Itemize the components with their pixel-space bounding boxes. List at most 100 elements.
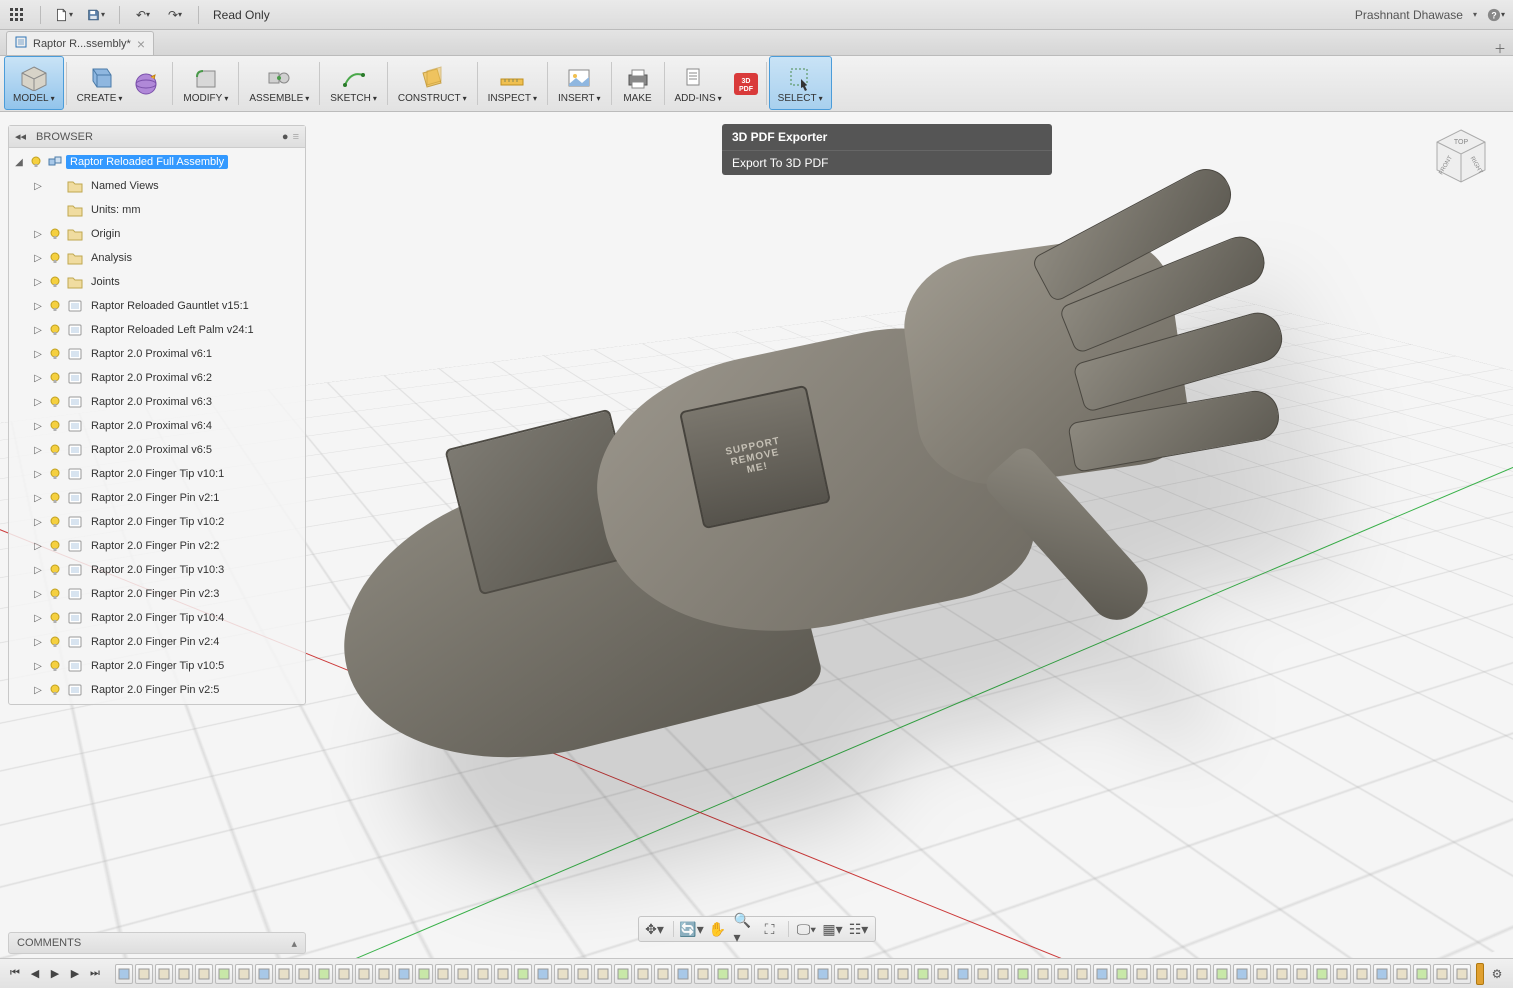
timeline-feature[interactable]	[794, 964, 812, 984]
visibility-bulb-icon[interactable]	[47, 634, 63, 650]
visibility-bulb-icon[interactable]	[47, 538, 63, 554]
timeline-feature[interactable]	[275, 964, 293, 984]
ribbon-create-form[interactable]	[130, 56, 170, 110]
timeline-feature[interactable]	[1413, 964, 1431, 984]
visibility-bulb-icon[interactable]	[47, 322, 63, 338]
grid-display-icon[interactable]: ▦▾	[823, 919, 843, 939]
browser-header[interactable]: ◂◂ BROWSER ●≡	[9, 126, 305, 148]
timeline-feature[interactable]	[1034, 964, 1052, 984]
tree-row[interactable]: ▷Raptor 2.0 Finger Pin v2:4	[9, 630, 305, 654]
fit-icon[interactable]: ⛶	[760, 919, 780, 939]
timeline-feature[interactable]	[215, 964, 233, 984]
tree-row[interactable]: ▷Named Views	[9, 174, 305, 198]
tree-expand-arrow-icon[interactable]: ▷	[32, 661, 44, 672]
document-tab[interactable]: Raptor R...ssembly* ×	[6, 31, 154, 55]
ribbon-select[interactable]: SELECT▾	[769, 56, 832, 110]
tree-row[interactable]: ▷Origin	[9, 222, 305, 246]
timeline-feature[interactable]	[474, 964, 492, 984]
timeline-feature[interactable]	[1133, 964, 1151, 984]
visibility-bulb-icon[interactable]	[47, 610, 63, 626]
timeline-feature[interactable]	[1453, 964, 1471, 984]
tree-row[interactable]: ▷Raptor 2.0 Proximal v6:2	[9, 366, 305, 390]
visibility-bulb-icon[interactable]	[47, 394, 63, 410]
tree-expand-arrow-icon[interactable]: ▷	[32, 589, 44, 600]
tree-row[interactable]: ▷Raptor 2.0 Finger Tip v10:5	[9, 654, 305, 678]
timeline-feature[interactable]	[1054, 964, 1072, 984]
ribbon-assemble[interactable]: ASSEMBLE▾	[241, 56, 317, 110]
timeline-feature[interactable]	[1353, 964, 1371, 984]
tree-expand-arrow-icon[interactable]: ▷	[32, 277, 44, 288]
timeline-feature[interactable]	[674, 964, 692, 984]
timeline-feature[interactable]	[934, 964, 952, 984]
visibility-bulb-icon[interactable]	[47, 562, 63, 578]
tree-expand-arrow-icon[interactable]: ▷	[32, 469, 44, 480]
ribbon-construct[interactable]: CONSTRUCT▾	[390, 56, 475, 110]
tree-expand-arrow-icon[interactable]: ▷	[32, 517, 44, 528]
timeline-feature[interactable]	[534, 964, 552, 984]
visibility-bulb-icon[interactable]	[47, 370, 63, 386]
timeline-feature[interactable]	[1074, 964, 1092, 984]
comments-expand-icon[interactable]: ▴	[291, 937, 297, 950]
tree-expand-arrow-icon[interactable]: ▷	[32, 229, 44, 240]
timeline-forward-icon[interactable]: ▶	[46, 965, 64, 983]
tree-expand-arrow-icon[interactable]: ▷	[32, 685, 44, 696]
timeline-feature[interactable]	[554, 964, 572, 984]
tree-row[interactable]: ▷Raptor 2.0 Proximal v6:5	[9, 438, 305, 462]
timeline-feature[interactable]	[175, 964, 193, 984]
timeline-feature[interactable]	[1273, 964, 1291, 984]
timeline-feature[interactable]	[415, 964, 433, 984]
visibility-bulb-icon[interactable]	[47, 178, 63, 194]
tab-add-icon[interactable]: ＋	[1493, 41, 1507, 55]
timeline-feature[interactable]	[994, 964, 1012, 984]
visibility-bulb-icon[interactable]	[47, 586, 63, 602]
tree-row[interactable]: ▷Raptor 2.0 Finger Tip v10:4	[9, 606, 305, 630]
timeline-settings-icon[interactable]: ⚙	[1487, 964, 1507, 984]
timeline-feature[interactable]	[255, 964, 273, 984]
tree-expand-arrow-icon[interactable]: ▷	[32, 493, 44, 504]
visibility-bulb-icon[interactable]	[47, 442, 63, 458]
visibility-bulb-icon[interactable]	[47, 346, 63, 362]
timeline-feature[interactable]	[594, 964, 612, 984]
tree-collapse-arrow-icon[interactable]: ◢	[13, 157, 25, 168]
timeline-feature[interactable]	[375, 964, 393, 984]
visibility-bulb-icon[interactable]	[47, 514, 63, 530]
timeline-feature[interactable]	[754, 964, 772, 984]
timeline-play-icon[interactable]: ▶	[66, 965, 84, 983]
timeline-feature[interactable]	[874, 964, 892, 984]
visibility-bulb-icon[interactable]	[28, 154, 44, 170]
tree-expand-arrow-icon[interactable]: ▷	[32, 253, 44, 264]
timeline-feature[interactable]	[1313, 964, 1331, 984]
timeline-feature[interactable]	[494, 964, 512, 984]
tree-expand-arrow-icon[interactable]: ▷	[32, 541, 44, 552]
timeline-feature[interactable]	[315, 964, 333, 984]
timeline-feature[interactable]	[1193, 964, 1211, 984]
viewport-layout-icon[interactable]: ☷▾	[849, 919, 869, 939]
orbit-center-icon[interactable]: ✥▾	[645, 919, 665, 939]
timeline-feature[interactable]	[894, 964, 912, 984]
tree-expand-arrow-icon[interactable]: ▷	[32, 613, 44, 624]
pan-icon[interactable]: ✋	[708, 919, 728, 939]
timeline-feature[interactable]	[574, 964, 592, 984]
timeline-feature[interactable]	[435, 964, 453, 984]
timeline-feature[interactable]	[395, 964, 413, 984]
timeline-feature[interactable]	[1153, 964, 1171, 984]
ribbon-inspect[interactable]: INSPECT▾	[480, 56, 545, 110]
timeline-feature[interactable]	[235, 964, 253, 984]
comments-panel[interactable]: COMMENTS ▴	[8, 932, 306, 954]
timeline-start-icon[interactable]: ⏮	[6, 965, 24, 983]
timeline-feature[interactable]	[854, 964, 872, 984]
ribbon-sketch[interactable]: SKETCH▾	[322, 56, 385, 110]
timeline-feature[interactable]	[814, 964, 832, 984]
timeline-feature[interactable]	[135, 964, 153, 984]
addin-tooltip-item[interactable]: Export To 3D PDF	[722, 151, 1052, 175]
ribbon-model[interactable]: MODEL▾	[4, 56, 64, 110]
visibility-bulb-icon[interactable]	[47, 466, 63, 482]
timeline-feature[interactable]	[454, 964, 472, 984]
timeline-feature[interactable]	[914, 964, 932, 984]
view-cube[interactable]: TOPFRONTRIGHT	[1429, 122, 1493, 186]
timeline-feature[interactable]	[1233, 964, 1251, 984]
timeline-feature[interactable]	[514, 964, 532, 984]
timeline-feature[interactable]	[1333, 964, 1351, 984]
ribbon-create[interactable]: CREATE▾	[69, 56, 131, 110]
ribbon-insert[interactable]: INSERT▾	[550, 56, 609, 110]
